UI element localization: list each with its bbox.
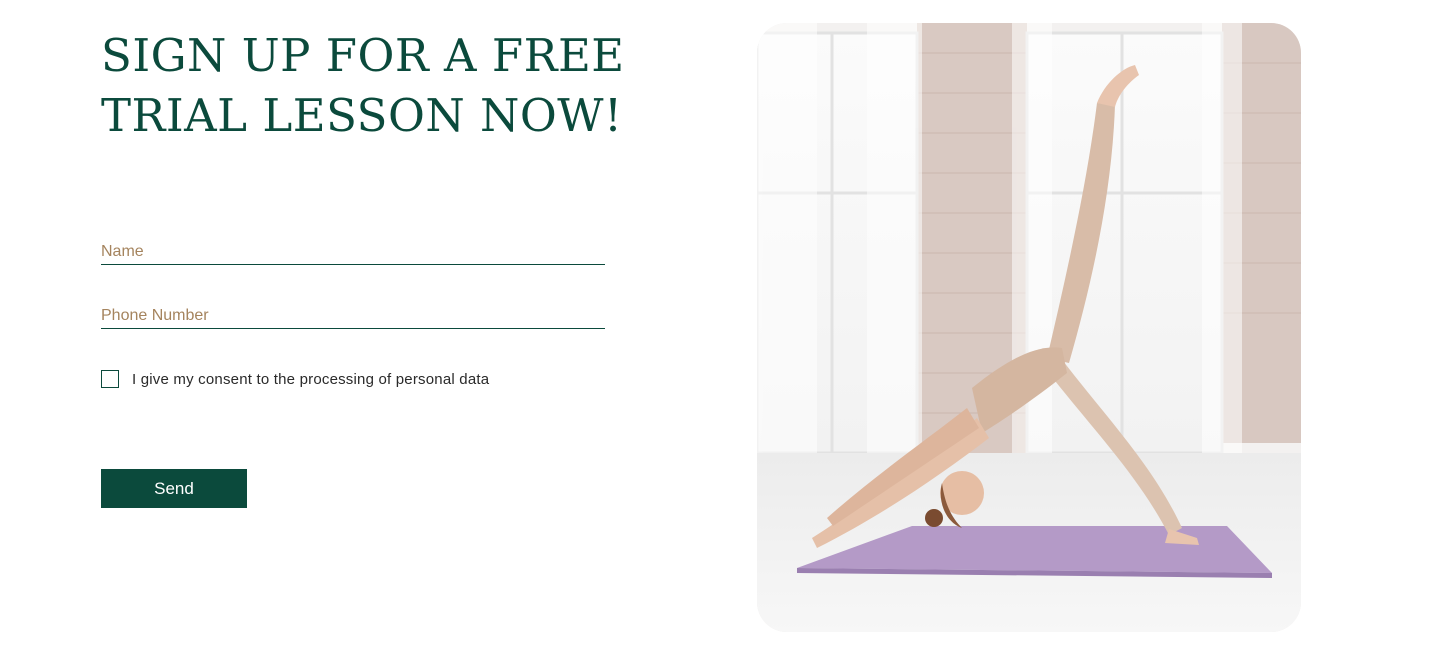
consent-label[interactable]: I give my consent to the processing of p… (132, 371, 489, 388)
consent-checkbox[interactable] (101, 370, 119, 388)
send-button[interactable]: Send (101, 469, 247, 508)
consent-row: I give my consent to the processing of p… (101, 370, 489, 388)
phone-number-input[interactable] (101, 304, 605, 329)
signup-section: SIGN UP FOR A FREE TRIAL LESSON NOW! I g… (0, 0, 1440, 655)
yoga-illustration (757, 23, 1301, 632)
signup-title: SIGN UP FOR A FREE TRIAL LESSON NOW! (101, 29, 625, 142)
name-input[interactable] (101, 240, 605, 265)
yoga-photo (757, 23, 1301, 632)
